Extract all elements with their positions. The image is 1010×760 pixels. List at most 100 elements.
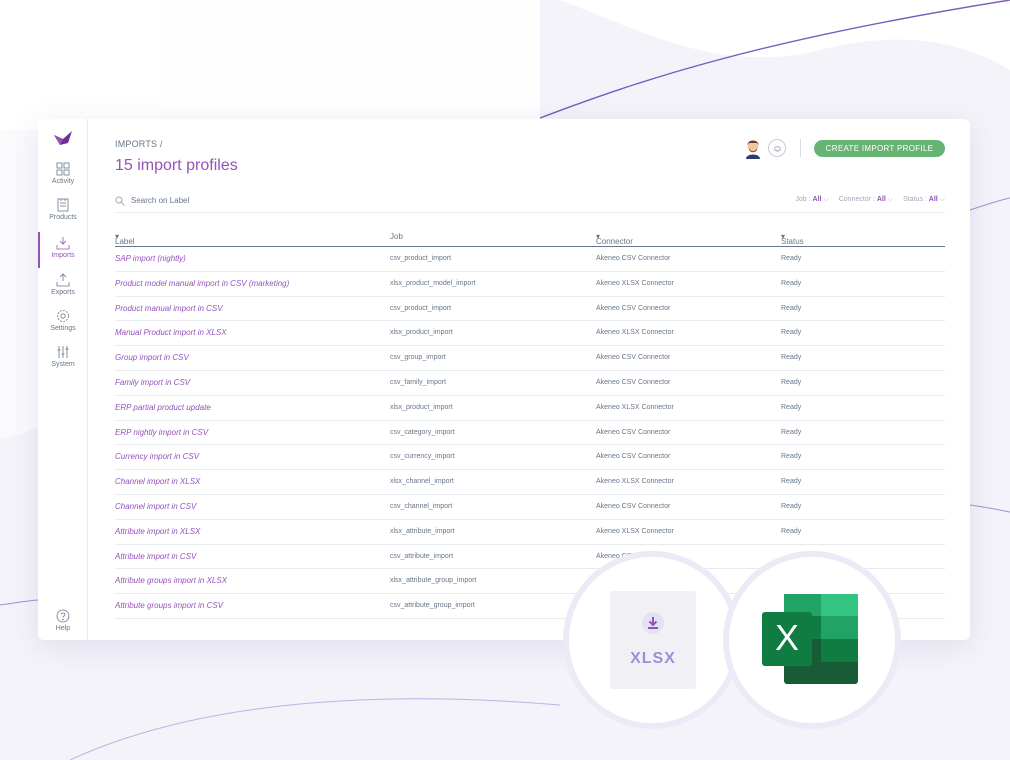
row-label-link[interactable]: ERP partial product update — [115, 403, 211, 412]
download-icon — [642, 612, 664, 634]
page-title: 15 import profiles — [115, 157, 238, 174]
row-connector: Akeneo CSV Connector — [596, 502, 671, 510]
row-status: Ready — [781, 279, 802, 287]
row-connector: Akeneo CSV Connector — [596, 378, 671, 386]
table-row[interactable]: Currency import in CSV csv_currency_impor… — [115, 445, 945, 471]
filter-connector[interactable]: Connector : All ⌵ — [839, 196, 893, 204]
table-row[interactable]: Product model manual import in CSV (mark… — [115, 272, 945, 297]
column-header-connector[interactable]: Connector ▾ — [596, 232, 633, 246]
column-header-text: Connector — [596, 237, 633, 246]
sidebar-item-label: Activity — [51, 178, 75, 185]
row-label-link[interactable]: Attribute groups import in XLSX — [115, 576, 227, 585]
search-icon — [115, 196, 125, 206]
xlsx-label: XLSX — [630, 650, 676, 667]
row-connector: Akeneo XLSX Connector — [596, 329, 674, 337]
table-row[interactable]: Product manual import in CSV csv_product_… — [115, 297, 945, 322]
table-row[interactable]: ERP partial product update xlsx_product_i… — [115, 396, 945, 421]
row-job: csv_attribute_group_import — [390, 602, 475, 610]
row-job: xlsx_product_model_import — [390, 279, 476, 287]
row-status: Ready — [781, 502, 802, 510]
sidebar: Activity Products Imports Exports Settin… — [38, 119, 88, 640]
activity-icon — [56, 162, 70, 176]
filter-value: All — [928, 196, 938, 203]
filter-value: All — [876, 196, 886, 203]
filter-job[interactable]: Job : All ⌵ — [795, 196, 828, 204]
row-label-link[interactable]: Group import in CSV — [115, 353, 189, 362]
row-label-link[interactable]: Attribute import in XLSX — [115, 527, 200, 536]
row-job: xlsx_product_import — [390, 403, 453, 411]
row-label-link[interactable]: SAP import (nightly) — [115, 254, 186, 263]
table-row[interactable]: Channel import in XLSX xlsx_channel_impor… — [115, 470, 945, 495]
settings-icon — [57, 310, 69, 322]
table-row[interactable]: Attribute import in XLSX xlsx_attribute_i… — [115, 520, 945, 545]
row-status: Ready — [781, 453, 802, 461]
row-job: csv_group_import — [390, 354, 446, 362]
search-input[interactable]: Search on Label — [131, 196, 189, 205]
row-connector: Akeneo XLSX Connector — [596, 478, 674, 486]
row-job: csv_category_import — [390, 428, 455, 436]
column-header-text: Label — [115, 237, 135, 246]
table-row[interactable]: SAP import (nightly) csv_product_import Ak… — [115, 247, 945, 272]
row-label-link[interactable]: Channel import in XLSX — [115, 477, 200, 486]
row-job: xlsx_attribute_group_import — [390, 577, 477, 585]
row-job: csv_currency_import — [390, 453, 455, 461]
create-import-profile-button[interactable]: CREATE IMPORT PROFILE — [814, 140, 945, 157]
filter-value: All — [812, 196, 822, 203]
table-header: Label ▾ Job Connector ▾ Status ▾ — [115, 227, 945, 247]
column-header-label[interactable]: Label ▾ — [115, 232, 135, 246]
row-status: Ready — [781, 478, 802, 486]
row-label-link[interactable]: Product model manual import in CSV (mark… — [115, 279, 289, 288]
row-label-link[interactable]: Attribute import in CSV — [115, 552, 196, 561]
sidebar-item-settings[interactable]: Settings — [38, 309, 88, 343]
row-label-link[interactable]: Manual Product import in XLSX — [115, 328, 227, 337]
sidebar-item-system[interactable]: System — [38, 345, 88, 379]
row-label-link[interactable]: ERP nightly import in CSV — [115, 428, 208, 437]
sidebar-item-products[interactable]: Products — [38, 198, 88, 232]
row-status: Ready — [781, 403, 802, 411]
row-label-link[interactable]: Family import in CSV — [115, 378, 190, 387]
table-row[interactable]: Group import in CSV csv_group_import Akene… — [115, 346, 945, 371]
row-connector: Akeneo CSV Connector — [596, 304, 671, 312]
table-row[interactable]: Family import in CSV csv_family_import Ake… — [115, 371, 945, 396]
avatar[interactable] — [743, 137, 763, 159]
row-status: Ready — [781, 428, 802, 436]
sidebar-item-label: Products — [49, 214, 77, 221]
row-label-link[interactable]: Product manual import in CSV — [115, 304, 223, 313]
row-connector: Akeneo XLSX Connector — [596, 527, 674, 535]
system-icon — [57, 346, 69, 358]
filter-status[interactable]: Status : All ⌵ — [903, 196, 945, 204]
table-row[interactable]: ERP nightly import in CSV csv_category_im… — [115, 421, 945, 446]
column-header-status[interactable]: Status ▾ — [781, 232, 804, 246]
notifications-button[interactable] — [768, 139, 786, 157]
row-connector: Akeneo CSV Connector — [596, 354, 671, 362]
row-status: Ready — [781, 527, 802, 535]
row-label-link[interactable]: Attribute groups import in CSV — [115, 601, 223, 610]
row-job: xlsx_product_import — [390, 329, 453, 337]
row-status: Ready — [781, 354, 802, 362]
row-connector: Akeneo XLSX Connector — [596, 403, 674, 411]
table-row[interactable]: Manual Product import in XLSX xlsx_produc… — [115, 321, 945, 347]
sidebar-item-label: Settings — [50, 325, 76, 332]
help-icon — [56, 609, 70, 623]
row-job: xlsx_channel_import — [390, 478, 454, 486]
products-icon — [57, 198, 69, 212]
table-row[interactable]: Channel import in CSV csv_channel_import A… — [115, 495, 945, 520]
row-job: csv_attribute_import — [390, 552, 454, 560]
sidebar-item-help[interactable]: Help — [38, 609, 88, 640]
sidebar-item-imports[interactable]: Imports — [38, 232, 88, 270]
excel-letter: X — [775, 617, 799, 658]
row-label-link[interactable]: Channel import in CSV — [115, 502, 196, 511]
imports-icon — [56, 237, 70, 250]
sidebar-item-exports[interactable]: Exports — [38, 273, 88, 307]
xlsx-file-card: XLSX — [610, 591, 696, 689]
sidebar-item-label: Help — [55, 625, 71, 632]
akeneo-logo-icon[interactable] — [52, 129, 74, 147]
sidebar-item-activity[interactable]: Activity — [38, 162, 88, 196]
breadcrumb[interactable]: IMPORTS / — [115, 139, 163, 149]
header-divider — [800, 139, 801, 157]
row-label-link[interactable]: Currency import in CSV — [115, 452, 199, 461]
row-job: csv_product_import — [390, 304, 452, 312]
filter-bar: Job : All ⌵ Connector : All ⌵ Status : A… — [795, 196, 945, 204]
search-bar: Search on Label Job : All ⌵ Connector : … — [115, 195, 945, 213]
row-job: csv_product_import — [390, 255, 452, 262]
